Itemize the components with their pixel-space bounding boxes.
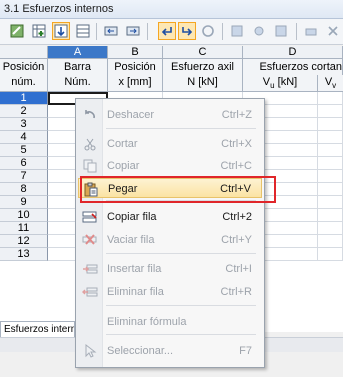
context-menu: Deshacer Ctrl+Z Cortar Ctrl+X Copiar Ctrl+C Pe…	[75, 98, 265, 368]
window-title: 3.1 Esfuerzos internos	[0, 0, 343, 19]
return-arrow-icon[interactable]	[158, 22, 176, 40]
column-letter-a[interactable]: A	[48, 46, 108, 59]
table-cell[interactable]	[318, 196, 343, 209]
menu-item-label: Copiar fila	[107, 211, 157, 223]
menu-item-label: Eliminar fórmula	[107, 316, 187, 328]
header-shear-forces: Esfuerzos cortan	[243, 59, 343, 75]
refresh-icon[interactable]	[199, 22, 217, 40]
paste-highlight-frame	[80, 176, 276, 203]
header-number: núm.	[0, 75, 48, 92]
row-header[interactable]: 4	[0, 131, 48, 144]
row-header[interactable]: 1	[0, 92, 48, 105]
menu-item-vaciar-fila[interactable]: Vaciar fila Ctrl+Y	[78, 230, 262, 250]
insert-row-icon	[82, 261, 98, 277]
menu-item-eliminar-fila[interactable]: Eliminar fila Ctrl+R	[78, 282, 262, 302]
row-header[interactable]: 13	[0, 248, 48, 261]
column-letter-d[interactable]: D	[243, 46, 343, 59]
menu-separator	[106, 305, 256, 306]
header-member: Barra	[48, 59, 108, 75]
row-header[interactable]: 3	[0, 118, 48, 131]
menu-item-insertar-fila[interactable]: Insertar fila Ctrl+I	[78, 259, 262, 279]
sort-down-icon[interactable]	[52, 22, 70, 40]
menu-item-label: Seleccionar...	[107, 345, 174, 357]
menu-item-label: Vaciar fila	[107, 234, 155, 246]
column-letter-b[interactable]: B	[108, 46, 163, 59]
row-header[interactable]: 6	[0, 157, 48, 170]
scissors-icon	[82, 136, 98, 152]
menu-item-seleccionar[interactable]: Seleccionar... F7	[78, 341, 262, 361]
menu-item-cortar[interactable]: Cortar Ctrl+X	[78, 134, 262, 154]
menu-item-label: Deshacer	[107, 109, 155, 121]
row-header[interactable]: 10	[0, 209, 48, 222]
table-cell[interactable]	[318, 222, 343, 235]
menu-item-shortcut: F7	[239, 345, 252, 357]
table-cell[interactable]	[318, 209, 343, 222]
header-location: Posición	[108, 59, 163, 75]
menu-item-copiar[interactable]: Copiar Ctrl+C	[78, 156, 262, 176]
table-cell[interactable]	[318, 118, 343, 131]
clear-row-icon	[82, 232, 98, 248]
table-cell[interactable]	[318, 248, 343, 261]
menu-item-shortcut: Ctrl+2	[222, 211, 252, 223]
header-axial-force: Esfuerzo axil	[163, 59, 243, 75]
table-cell[interactable]	[318, 105, 343, 118]
row-header[interactable]: 11	[0, 222, 48, 235]
print-icon[interactable]	[302, 22, 320, 40]
view-icon[interactable]	[228, 22, 246, 40]
menu-item-shortcut: Ctrl+Z	[221, 109, 252, 121]
menu-separator	[106, 253, 256, 254]
table-cell[interactable]	[318, 235, 343, 248]
select-pointer-icon	[82, 343, 98, 359]
column-letter-c[interactable]: C	[163, 46, 243, 59]
row-header[interactable]: 8	[0, 183, 48, 196]
header-position: Posición	[0, 59, 48, 75]
menu-separator	[106, 128, 256, 129]
copy-icon	[82, 158, 98, 174]
settings-icon[interactable]	[250, 22, 268, 40]
table-cell[interactable]	[318, 144, 343, 157]
row-header[interactable]: 5	[0, 144, 48, 157]
header-n-kn: N [kN]	[163, 75, 243, 92]
table-cell[interactable]	[318, 183, 343, 196]
table-cell[interactable]	[318, 131, 343, 144]
toolbar	[0, 19, 343, 45]
close-table-icon[interactable]	[324, 22, 342, 40]
return-arrow-alt-icon[interactable]	[178, 22, 196, 40]
menu-item-shortcut: Ctrl+C	[220, 160, 252, 172]
previous-table-icon[interactable]	[102, 22, 120, 40]
menu-item-copiar-fila[interactable]: Copiar fila Ctrl+2	[78, 207, 262, 227]
table-cell[interactable]	[318, 170, 343, 183]
row-header[interactable]: 7	[0, 170, 48, 183]
next-table-icon[interactable]	[124, 22, 142, 40]
row-header[interactable]: 12	[0, 235, 48, 248]
export-icon[interactable]	[272, 22, 290, 40]
menu-item-label: Cortar	[107, 138, 138, 150]
insert-column-icon[interactable]	[30, 22, 48, 40]
table-cell[interactable]	[318, 157, 343, 170]
menu-item-shortcut: Ctrl+X	[221, 138, 252, 150]
copy-row-icon	[82, 209, 98, 225]
row-header[interactable]: 2	[0, 105, 48, 118]
menu-item-label: Insertar fila	[107, 263, 162, 275]
menu-item-label: Eliminar fila	[107, 286, 164, 298]
menu-item-shortcut: Ctrl+Y	[221, 234, 252, 246]
menu-item-deshacer[interactable]: Deshacer Ctrl+Z	[78, 105, 262, 125]
table-edit-icon[interactable]	[8, 22, 26, 40]
header-member-number: Núm.	[48, 75, 108, 92]
delete-row-icon	[82, 284, 98, 300]
undo-icon	[82, 107, 98, 123]
menu-item-shortcut: Ctrl+I	[225, 263, 252, 275]
table-cell[interactable]	[318, 92, 343, 105]
filter-rows-icon[interactable]	[74, 22, 92, 40]
corner-cell	[0, 46, 48, 59]
header-vv: Vv	[318, 75, 343, 92]
sheet-tab[interactable]: Esfuerzos intern	[0, 321, 75, 337]
menu-separator	[106, 334, 256, 335]
menu-item-eliminar-fórmula[interactable]: Eliminar fórmula	[78, 312, 262, 332]
menu-item-label: Copiar	[107, 160, 140, 172]
menu-item-shortcut: Ctrl+R	[220, 286, 252, 298]
header-vu-kn: Vu [kN]	[243, 75, 318, 92]
header-x-mm: x [mm]	[108, 75, 163, 92]
row-header[interactable]: 9	[0, 196, 48, 209]
